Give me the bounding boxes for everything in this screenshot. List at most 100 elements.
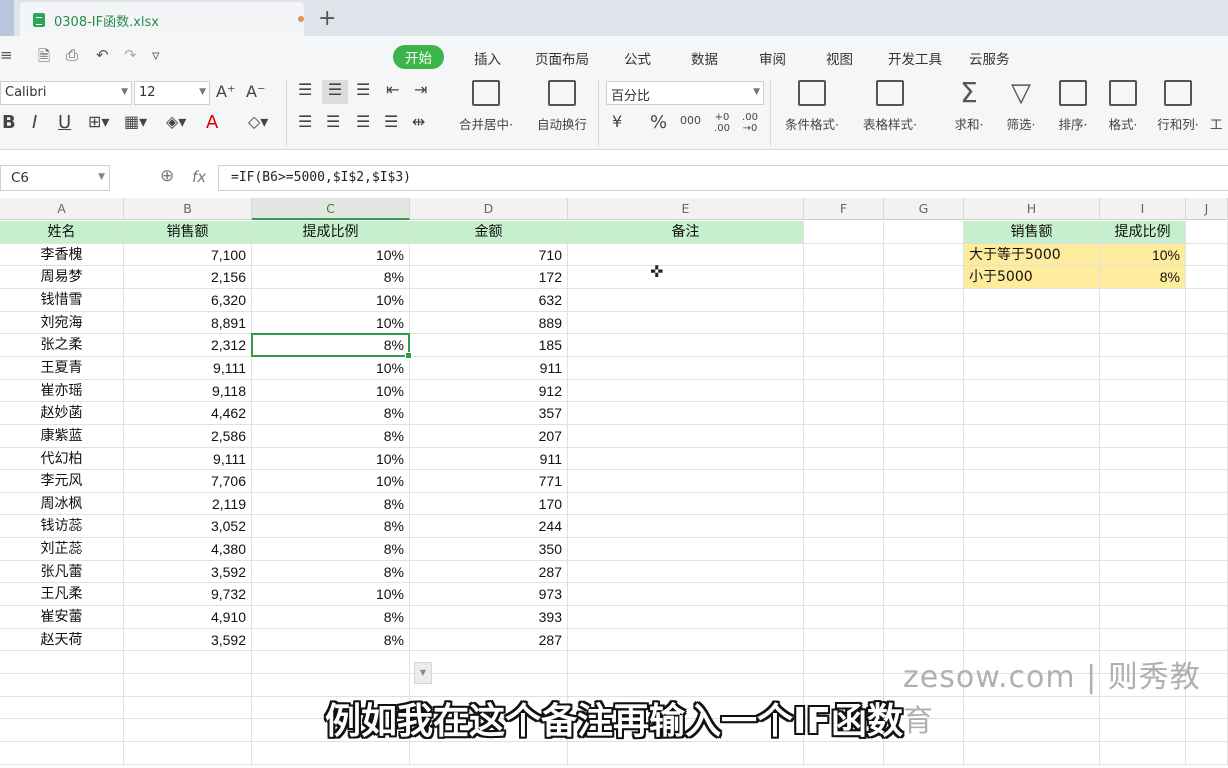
table-cell-rate[interactable]: 10% [252,447,410,471]
grid-cell[interactable] [964,538,1100,561]
distribute-icon[interactable]: ⇹ [412,112,425,131]
row-column-button[interactable]: 行和列· [1152,80,1204,133]
grid-cell[interactable] [568,628,804,652]
grid-cell[interactable] [964,583,1100,607]
table-cell-name[interactable]: 崔亦瑶 [0,379,124,403]
table-cell-rate[interactable]: 8% [252,402,410,425]
sort-button[interactable]: 排序· [1048,80,1098,133]
table-cell-amount[interactable]: 287 [410,628,568,652]
grid-cell[interactable] [1100,334,1186,357]
table-cell-amount[interactable]: 710 [410,243,568,267]
grid-cell[interactable] [1186,741,1228,765]
table-cell-amount[interactable]: 287 [410,560,568,584]
table-cell-name[interactable]: 李香槐 [0,243,124,267]
font-size-select[interactable]: 12 ▼ [134,81,210,105]
column-header-g[interactable]: G [884,198,964,220]
table-cell-name[interactable]: 钱惜雪 [0,288,124,312]
grid-cell[interactable] [568,515,804,539]
table-style-button[interactable]: 表格样式· [860,80,920,133]
grid-cell[interactable] [568,741,804,765]
app-menu-icon[interactable]: ≡ [0,46,13,64]
table-cell-name[interactable]: 康紫蓝 [0,424,124,448]
grid-cell[interactable] [1186,470,1228,493]
table-cell-sales[interactable]: 9,111 [124,447,252,471]
cell-style-icon[interactable]: ▦▾ [124,112,147,131]
table-cell-sales[interactable]: 7,100 [124,243,252,267]
grid-cell[interactable] [1186,538,1228,561]
table-cell-sales[interactable]: 2,586 [124,424,252,448]
grid-cell[interactable] [884,741,964,765]
table-cell-rate[interactable]: 8% [252,628,410,652]
grid-cell[interactable] [568,447,804,471]
conditional-format-button[interactable]: 条件格式· [782,80,842,133]
table-cell-amount[interactable]: 357 [410,402,568,425]
grid-cell[interactable] [1100,538,1186,561]
grid-cell[interactable] [804,221,884,244]
grid-cell[interactable] [1100,356,1186,380]
grid-cell[interactable] [964,628,1100,652]
grid-cell[interactable] [804,447,884,471]
comma-style-button[interactable]: 000 [680,114,701,127]
menu-data[interactable]: 数据 [691,48,718,68]
grid-cell[interactable] [804,243,884,267]
grid-cell[interactable] [804,651,884,675]
grid-cell[interactable] [568,311,804,335]
column-header-c[interactable]: C [252,198,410,220]
table-cell-name[interactable]: 赵妙菡 [0,402,124,425]
column-header-b[interactable]: B [124,198,252,220]
grid-cell[interactable] [568,560,804,584]
grid-cell[interactable] [1100,560,1186,584]
menu-developer[interactable]: 开发工具 [888,48,942,68]
grid-cell[interactable] [1186,379,1228,403]
grid-cell[interactable] [410,651,568,675]
grid-cell[interactable] [1100,492,1186,516]
grid-cell[interactable] [568,583,804,607]
grid-cell[interactable] [884,470,964,493]
grid-cell[interactable] [884,288,964,312]
table-cell-rate[interactable]: 8% [252,560,410,584]
increase-decimal-button[interactable]: +0 .00 [710,112,734,134]
grid-cell[interactable] [1186,266,1228,289]
grid-cell[interactable] [1100,583,1186,607]
borders-icon[interactable]: ⊞▾ [88,112,109,131]
grid-cell[interactable] [964,492,1100,516]
table-cell-name[interactable]: 李元风 [0,470,124,493]
format-button[interactable]: 格式· [1098,80,1148,133]
grid-cell[interactable] [1186,560,1228,584]
worksheet-button[interactable]: 工 [1210,80,1228,133]
table-cell-amount[interactable]: 632 [410,288,568,312]
align-right-icon[interactable]: ☰ [356,112,370,131]
column-header-e[interactable]: E [568,198,804,220]
grid-cell[interactable] [964,334,1100,357]
grid-cell[interactable] [568,356,804,380]
bold-button[interactable]: B [2,112,16,133]
grid-cell[interactable] [804,560,884,584]
percent-button[interactable]: % [650,112,667,133]
eraser-icon[interactable]: ◇▾ [248,112,268,131]
grid-cell[interactable] [568,470,804,493]
grid-cell[interactable] [804,470,884,493]
grid-cell[interactable] [1186,492,1228,516]
print-icon[interactable]: ⎙ [66,46,78,64]
grid-cell[interactable] [1186,288,1228,312]
column-header-j[interactable]: J [1186,198,1228,220]
lookup-header-sales[interactable]: 销售额 [964,221,1100,244]
lookup-header-rate[interactable]: 提成比例 [1100,221,1186,244]
grid-cell[interactable] [1100,470,1186,493]
table-cell-amount[interactable]: 912 [410,379,568,403]
grid-cell[interactable] [804,424,884,448]
table-cell-sales[interactable]: 2,312 [124,334,252,357]
justify-icon[interactable]: ☰ [384,112,398,131]
table-cell-sales[interactable]: 8,891 [124,311,252,335]
table-cell-amount[interactable]: 244 [410,515,568,539]
table-cell-amount[interactable]: 393 [410,606,568,629]
table-cell-rate[interactable]: 8% [252,492,410,516]
grid-cell[interactable] [884,447,964,471]
grid-cell[interactable] [568,243,804,267]
grid-cell[interactable] [964,402,1100,425]
grid-cell[interactable] [884,515,964,539]
grid-cell[interactable] [884,628,964,652]
grid-cell[interactable] [1100,311,1186,335]
lookup-cell-label[interactable]: 小于5000 [964,266,1100,289]
grid-cell[interactable] [964,606,1100,629]
